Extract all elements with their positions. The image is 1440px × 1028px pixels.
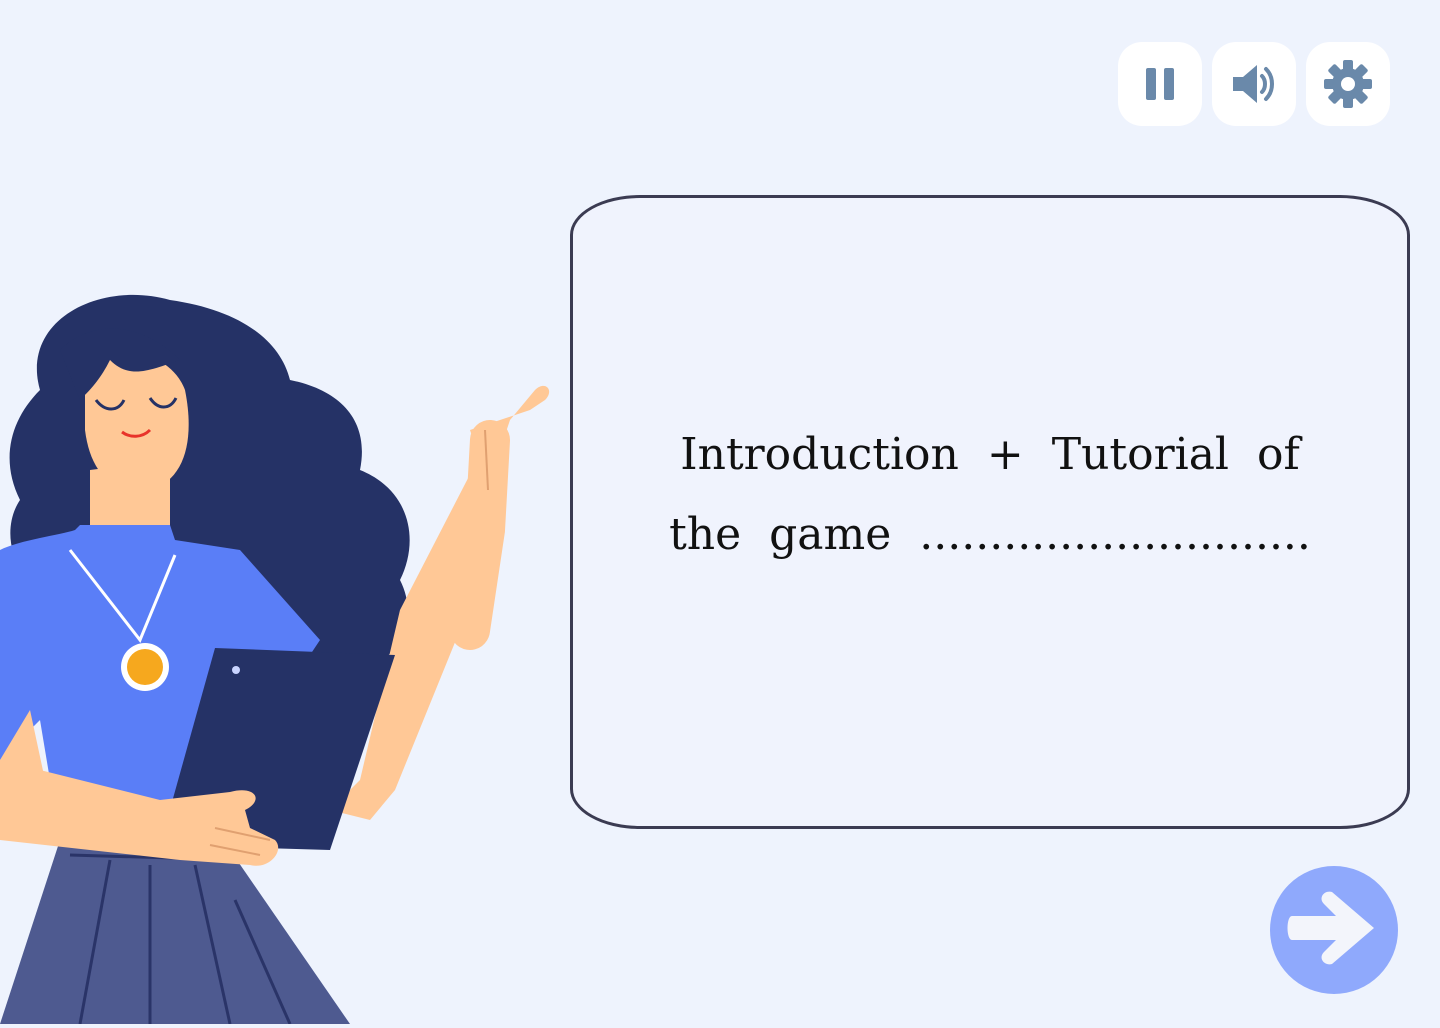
speaker-icon	[1229, 59, 1279, 109]
settings-button[interactable]	[1306, 42, 1390, 126]
next-button[interactable]	[1270, 866, 1398, 994]
pause-icon	[1140, 64, 1180, 104]
pause-button[interactable]	[1118, 42, 1202, 126]
arrow-right-icon	[1284, 888, 1384, 972]
sound-button[interactable]	[1212, 42, 1296, 126]
dialog-box: Introduction + Tutorial of the game ....…	[570, 195, 1410, 829]
dialog-text: Introduction + Tutorial of the game ....…	[669, 429, 1311, 560]
teacher-illustration	[0, 280, 560, 1025]
gear-icon	[1323, 59, 1373, 109]
